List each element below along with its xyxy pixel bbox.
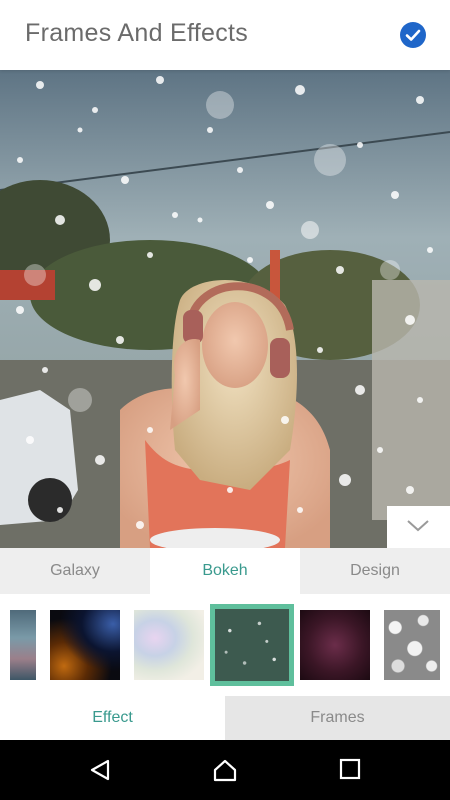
chevron-down-icon xyxy=(407,520,429,532)
tab-design[interactable]: Design xyxy=(300,548,450,594)
effect-thumbnail-strip[interactable] xyxy=(0,594,450,696)
check-circle-icon xyxy=(405,29,421,41)
system-navigation-bar xyxy=(0,740,450,800)
back-triangle-icon[interactable] xyxy=(88,758,112,782)
bokeh-texture xyxy=(215,609,289,681)
photo-preview xyxy=(0,70,450,548)
home-icon[interactable] xyxy=(212,758,238,782)
tab-galaxy[interactable]: Galaxy xyxy=(0,548,150,594)
page-title: Frames And Effects xyxy=(25,19,249,47)
tab-frames[interactable]: Frames xyxy=(225,696,450,740)
effect-category-tabs: Galaxy Bokeh Design xyxy=(0,548,450,594)
effect-thumbnail[interactable] xyxy=(384,610,440,680)
recents-square-icon[interactable] xyxy=(339,758,361,780)
tab-bokeh[interactable]: Bokeh xyxy=(150,548,300,594)
app-header: Frames And Effects xyxy=(0,0,450,70)
confirm-button[interactable] xyxy=(400,22,426,48)
tab-effect[interactable]: Effect xyxy=(0,696,225,740)
effect-thumbnail[interactable] xyxy=(10,610,36,680)
effect-thumbnail[interactable] xyxy=(50,610,120,680)
effect-thumbnail-selected[interactable] xyxy=(210,604,294,686)
collapse-panel-button[interactable] xyxy=(387,506,450,548)
bottom-tabs: Effect Frames xyxy=(0,696,450,740)
effect-thumbnail[interactable] xyxy=(300,610,370,680)
effect-thumbnail[interactable] xyxy=(134,610,204,680)
